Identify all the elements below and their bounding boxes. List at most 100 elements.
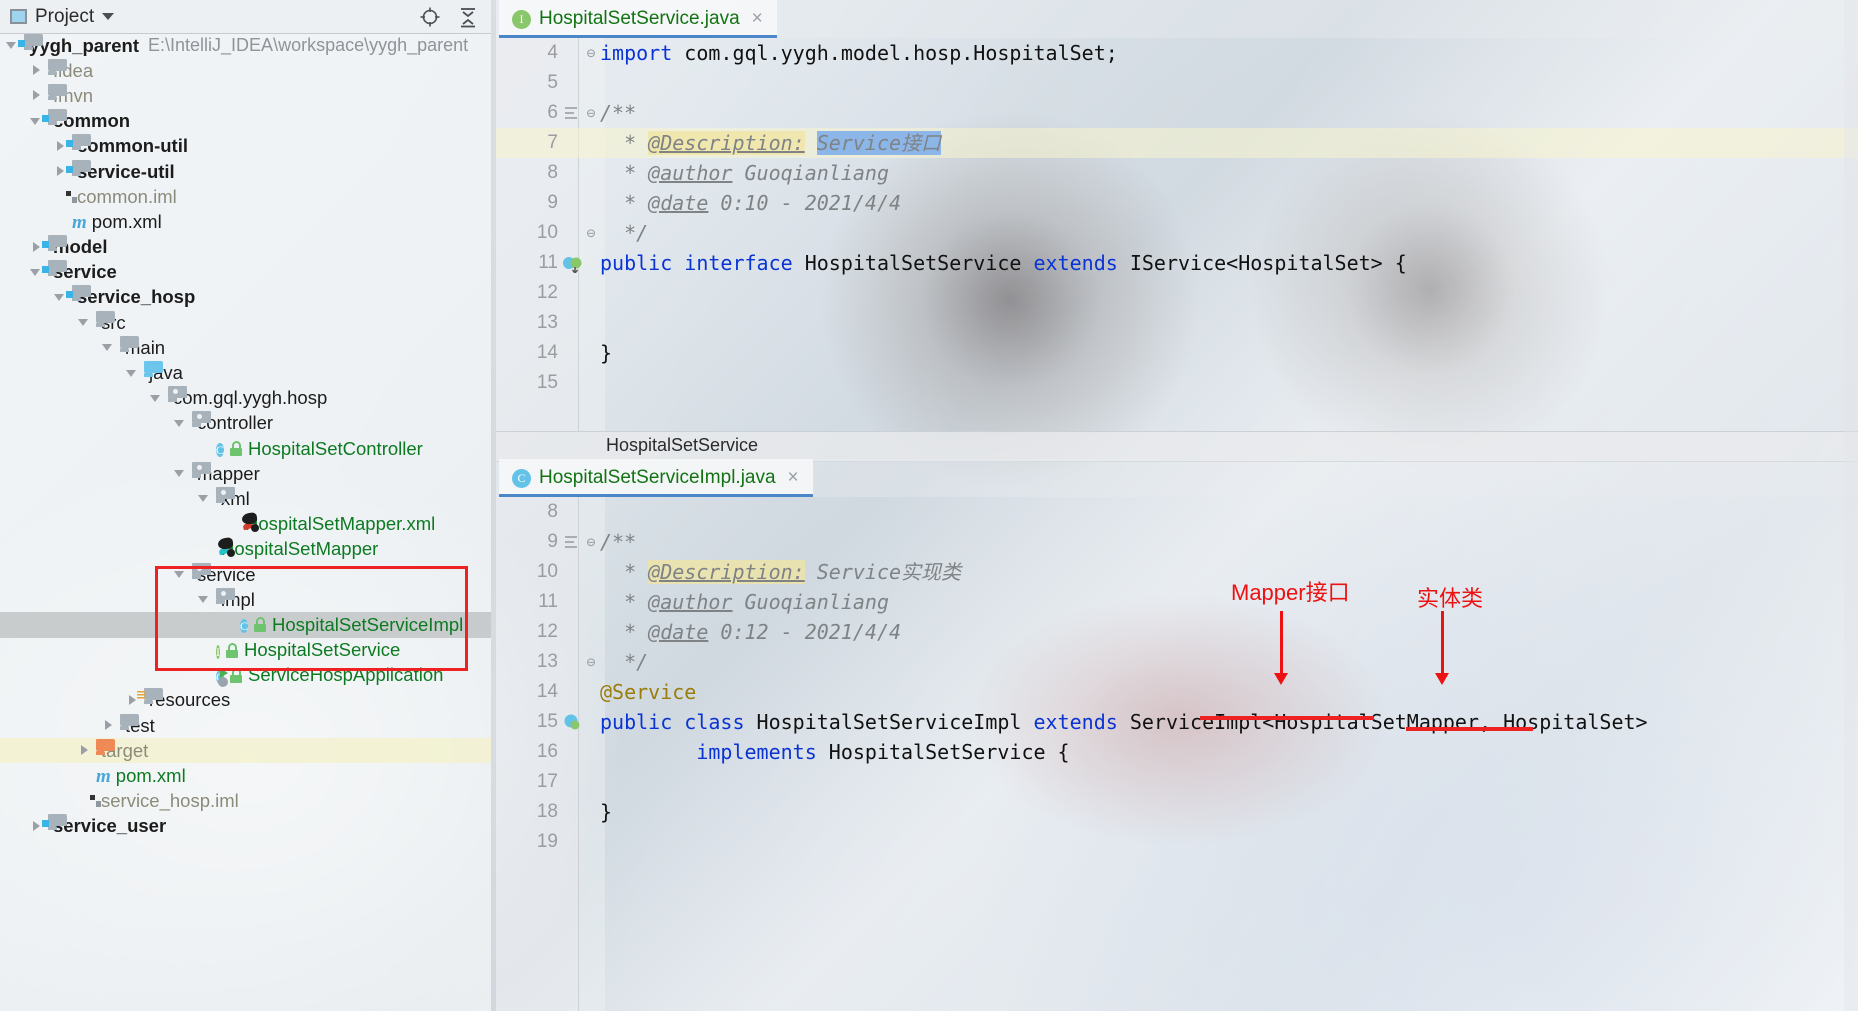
chevron-down-icon[interactable] (174, 568, 187, 581)
tree-item-yygh-parent[interactable]: yygh_parent E:\IntelliJ_IDEA\workspace\yy… (0, 33, 491, 58)
tree-item-common-iml[interactable]: common.iml (0, 184, 491, 209)
breadcrumb[interactable]: HospitalSetService (606, 435, 758, 456)
code-line[interactable]: 14 @Service (496, 677, 1858, 707)
chevron-down-icon[interactable] (102, 341, 115, 354)
code-fold-toggle[interactable]: ⊖ (580, 647, 602, 677)
tree-item-hospitalsetcontroller[interactable]: C HospitalSetController (0, 436, 491, 461)
code-line[interactable]: 9 * @date 0:10 - 2021/4/4 (496, 188, 1858, 218)
lock-icon (253, 617, 267, 633)
tree-item-pom-xml[interactable]: m pom.xml (0, 209, 491, 234)
code-line[interactable]: 15 public class HospitalSetServiceImpl ex… (496, 707, 1858, 737)
code-line[interactable]: 6 ⊖/** (496, 98, 1858, 128)
tree-item-service-hosp[interactable]: service_hosp (0, 285, 491, 310)
code-line[interactable]: 16 implements HospitalSetService { (496, 737, 1858, 767)
chevron-right-icon[interactable] (102, 719, 115, 732)
bookmark-icon[interactable] (562, 532, 582, 552)
code-line[interactable]: 8 * @author Guoqianliang (496, 158, 1858, 188)
code-line[interactable]: 11 public interface HospitalSetService ex… (496, 248, 1858, 278)
code-fold-toggle[interactable]: ⊖ (580, 527, 602, 557)
code-line[interactable]: 12 (496, 278, 1858, 308)
tree-item-service-hosp-iml[interactable]: service_hosp.iml (0, 789, 491, 814)
code-lines-bottom[interactable]: 8 9 ⊖/** 10 * @Description: Service实现类 11 * … (496, 497, 1858, 1011)
tree-item-hospitalsetservice[interactable]: I HospitalSetService (0, 638, 491, 663)
tree-item-hospitalsetmapper[interactable]: HospitalSetMapper (0, 537, 491, 562)
code-lines-top[interactable]: 4 ⊖ import com.gql.yygh.model.hosp.Hospita… (496, 38, 1858, 431)
code-area-bottom[interactable]: 8 9 ⊖/** 10 * @Description: Service实现类 11 * … (496, 497, 1858, 1011)
chevron-right-icon[interactable] (30, 89, 43, 102)
tree-item-resources[interactable]: resources (0, 688, 491, 713)
code-line[interactable]: 8 (496, 497, 1858, 527)
code-line[interactable]: 5 (496, 68, 1858, 98)
tree-item-service-util[interactable]: service-util (0, 159, 491, 184)
tree-item-java[interactable]: java (0, 360, 491, 385)
code-line[interactable]: 15 (496, 368, 1858, 398)
chevron-down-icon[interactable] (198, 492, 211, 505)
chevron-down-icon[interactable] (198, 593, 211, 606)
code-fold-toggle[interactable]: ⊖ (580, 38, 602, 68)
tree-item-model[interactable]: model (0, 235, 491, 260)
project-tree[interactable]: yygh_parent E:\IntelliJ_IDEA\workspace\yy… (0, 33, 491, 1011)
tree-item-com-gql-yygh-hosp[interactable]: com.gql.yygh.hosp (0, 386, 491, 411)
code-line[interactable]: 14} (496, 338, 1858, 368)
code-line[interactable]: 12 * @date 0:12 - 2021/4/4 (496, 617, 1858, 647)
tree-item-servicehospapplication[interactable]: C ServiceHospApplication (0, 663, 491, 688)
tab-hospital-set-service[interactable]: I HospitalSetService.java × (499, 0, 777, 38)
chevron-right-icon[interactable] (30, 64, 43, 77)
chevron-right-icon[interactable] (78, 744, 91, 757)
chevron-down-icon[interactable] (78, 316, 91, 329)
code-line[interactable]: 10 ⊖ */ (496, 218, 1858, 248)
line-number: 8 (547, 501, 558, 522)
tree-item-xml[interactable]: xml (0, 486, 491, 511)
tree-item-main[interactable]: main (0, 335, 491, 360)
line-number: 10 (536, 561, 558, 582)
code-line[interactable]: 11 * @author Guoqianliang (496, 587, 1858, 617)
tree-item-mapper[interactable]: mapper (0, 461, 491, 486)
collapse-all-icon[interactable] (457, 6, 479, 28)
close-icon[interactable]: × (788, 467, 799, 489)
tree-item--idea[interactable]: .idea (0, 58, 491, 83)
tree-item-src[interactable]: src (0, 310, 491, 335)
code-line[interactable]: 13 (496, 308, 1858, 338)
implemented-icon[interactable] (562, 253, 582, 275)
tree-item-pom-xml[interactable]: m pom.xml (0, 763, 491, 788)
code-line[interactable]: 9 ⊖/** (496, 527, 1858, 557)
tree-item-service[interactable]: service (0, 562, 491, 587)
line-number: 12 (536, 621, 558, 642)
chevron-down-icon[interactable] (174, 467, 187, 480)
code-text: } (600, 341, 613, 365)
code-line[interactable]: 10 * @Description: Service实现类 (496, 557, 1858, 587)
code-area-top[interactable]: 4 ⊖ import com.gql.yygh.model.hosp.Hospita… (496, 38, 1858, 431)
locate-icon[interactable] (419, 6, 441, 28)
tree-item-hospitalsetmapper-xml[interactable]: HospitalSetMapper.xml (0, 512, 491, 537)
tree-item-target[interactable]: target (0, 738, 491, 764)
editor-scrollbar[interactable] (1844, 0, 1858, 1011)
code-line[interactable]: 18} (496, 797, 1858, 827)
tree-item-test[interactable]: test (0, 713, 491, 738)
tree-item-hospitalsetserviceimpl[interactable]: C HospitalSetServiceImpl (0, 612, 491, 638)
chevron-down-icon[interactable] (174, 417, 187, 430)
chevron-down-icon[interactable] (150, 392, 163, 405)
code-fold-toggle[interactable]: ⊖ (580, 218, 602, 248)
tree-item-common-util[interactable]: common-util (0, 134, 491, 159)
bookmark-icon[interactable] (562, 103, 582, 123)
code-line[interactable]: 17 (496, 767, 1858, 797)
code-line[interactable]: 7 * @Description: Service接口 (496, 128, 1858, 158)
code-fold-toggle[interactable]: ⊖ (580, 98, 602, 128)
tree-item-service[interactable]: service (0, 260, 491, 285)
tree-item-service-user[interactable]: service_user (0, 814, 491, 839)
chevron-down-icon[interactable] (102, 13, 115, 20)
tree-item-controller[interactable]: controller (0, 411, 491, 436)
maven-icon: m (96, 766, 111, 788)
code-line[interactable]: 13 ⊖ */ (496, 647, 1858, 677)
tree-item-common[interactable]: common (0, 109, 491, 134)
tree-item-impl[interactable]: impl (0, 587, 491, 612)
chevron-down-icon[interactable] (126, 367, 139, 380)
code-line[interactable]: 19 (496, 827, 1858, 857)
override-icon[interactable] (562, 712, 582, 732)
close-icon[interactable]: × (752, 8, 763, 30)
code-line[interactable]: 4 ⊖ import com.gql.yygh.model.hosp.Hospita… (496, 38, 1858, 68)
code-text: * @Description: Service接口 (600, 131, 942, 155)
tab-hospital-set-service-impl[interactable]: C HospitalSetServiceImpl.java × (499, 459, 813, 497)
tree-item--mvn[interactable]: .mvn (0, 83, 491, 108)
